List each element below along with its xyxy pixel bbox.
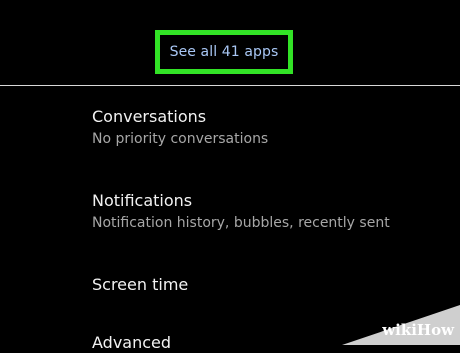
- settings-item-title: Notifications: [92, 191, 193, 210]
- settings-item-subtitle: No priority conversations: [92, 131, 269, 147]
- settings-item-subtitle: Notification history, bubbles, recently …: [92, 215, 390, 231]
- settings-item-screen-time[interactable]: Screen time: [92, 275, 452, 295]
- section-divider: [0, 85, 460, 86]
- watermark-logo-text: wikiHow: [382, 321, 454, 339]
- settings-item-conversations[interactable]: Conversations No priority conversations: [92, 107, 452, 149]
- app-list-header: See all 41 apps: [0, 0, 460, 86]
- see-all-apps-label: See all 41 apps: [169, 44, 279, 60]
- wikihow-watermark: wikiHow: [342, 305, 460, 345]
- settings-item-notifications[interactable]: Notifications Notification history, bubb…: [92, 191, 452, 233]
- settings-item-title: Conversations: [92, 107, 207, 126]
- see-all-apps-button[interactable]: See all 41 apps: [155, 30, 293, 74]
- settings-item-title: Screen time: [92, 275, 189, 294]
